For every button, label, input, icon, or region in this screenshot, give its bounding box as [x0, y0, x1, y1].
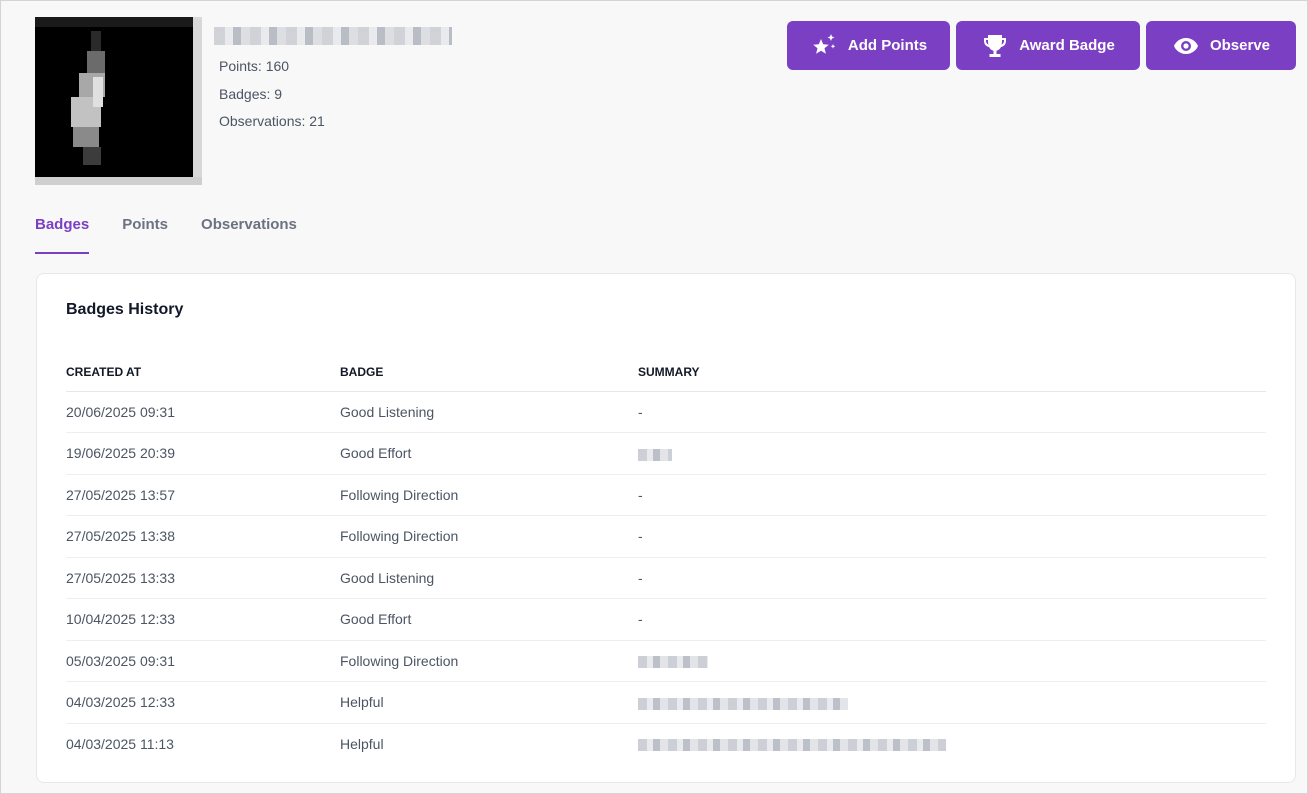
points-stat: Points: 160 [219, 58, 290, 74]
badges-history-card: Badges History CREATED AT BADGE SUMMARY … [36, 273, 1296, 783]
eye-icon [1173, 37, 1198, 54]
badges-stat: Badges: 9 [219, 86, 283, 102]
cell-summary: - [638, 515, 1266, 558]
avatar [35, 17, 202, 185]
add-points-label: Add Points [847, 37, 928, 54]
sparkle-star-icon [813, 33, 836, 54]
table-row: 27/05/2025 13:33 Good Listening - [66, 557, 1266, 599]
cell-badge: Good Listening [340, 557, 638, 599]
cell-created-at: 05/03/2025 09:31 [66, 640, 340, 682]
column-summary: SUMMARY [638, 354, 1266, 392]
cell-badge: Good Listening [340, 391, 638, 433]
cell-created-at: 19/06/2025 20:39 [66, 432, 340, 475]
cell-created-at: 20/06/2025 09:31 [66, 391, 340, 433]
table-row: 27/05/2025 13:57 Following Direction - [66, 474, 1266, 516]
table-row: 19/06/2025 20:39 Good Effort [66, 432, 1266, 475]
cell-badge: Following Direction [340, 474, 638, 516]
student-name-redacted [214, 27, 452, 45]
tab-bar: Badges Points Observations [35, 216, 297, 254]
summary-redacted [638, 656, 708, 669]
cell-badge: Good Effort [340, 598, 638, 641]
table-row: 10/04/2025 12:33 Good Effort - [66, 598, 1266, 641]
cell-badge: Good Effort [340, 432, 638, 475]
tab-badges[interactable]: Badges [35, 216, 90, 254]
cell-created-at: 27/05/2025 13:38 [66, 515, 340, 558]
table-row: 04/03/2025 11:13 Helpful [66, 723, 1266, 765]
cell-summary [638, 723, 1266, 765]
add-points-button[interactable]: Add Points [787, 21, 950, 70]
action-buttons: Add Points Award Badge Observe [787, 21, 1296, 70]
cell-badge: Helpful [340, 681, 638, 724]
tab-points[interactable]: Points [122, 216, 168, 253]
cell-summary [638, 640, 1266, 682]
column-badge: BADGE [340, 354, 638, 392]
cell-summary: - [638, 598, 1266, 641]
trophy-icon [984, 34, 1007, 57]
badges-history-table: CREATED AT BADGE SUMMARY 20/06/2025 09:3… [66, 354, 1266, 765]
table-row: 20/06/2025 09:31 Good Listening - [66, 391, 1266, 433]
table-row: 04/03/2025 12:33 Helpful [66, 681, 1266, 724]
observe-button[interactable]: Observe [1146, 21, 1296, 70]
cell-badge: Following Direction [340, 640, 638, 682]
cell-created-at: 10/04/2025 12:33 [66, 598, 340, 641]
cell-created-at: 27/05/2025 13:57 [66, 474, 340, 516]
award-badge-button[interactable]: Award Badge [956, 21, 1140, 70]
column-created-at: CREATED AT [66, 354, 340, 392]
cell-summary: - [638, 474, 1266, 516]
cell-summary: - [638, 391, 1266, 433]
award-badge-label: Award Badge [1019, 37, 1115, 54]
observations-stat: Observations: 21 [219, 113, 325, 129]
cell-created-at: 27/05/2025 13:33 [66, 557, 340, 599]
summary-redacted [638, 739, 946, 752]
observe-label: Observe [1209, 37, 1271, 54]
cell-created-at: 04/03/2025 12:33 [66, 681, 340, 724]
cell-created-at: 04/03/2025 11:13 [66, 736, 174, 752]
cell-badge: Following Direction [340, 515, 638, 558]
card-title: Badges History [66, 301, 184, 318]
cell-summary: - [638, 557, 1266, 599]
table-row: 27/05/2025 13:38 Following Direction - [66, 515, 1266, 558]
cell-summary [638, 432, 1266, 475]
table-header-row: CREATED AT BADGE SUMMARY [66, 354, 1266, 392]
cell-badge: Helpful [340, 736, 384, 752]
table-row: 05/03/2025 09:31 Following Direction [66, 640, 1266, 682]
cell-summary [638, 681, 1266, 724]
summary-redacted [638, 448, 672, 461]
tab-observations[interactable]: Observations [201, 216, 297, 253]
summary-redacted [638, 697, 848, 710]
